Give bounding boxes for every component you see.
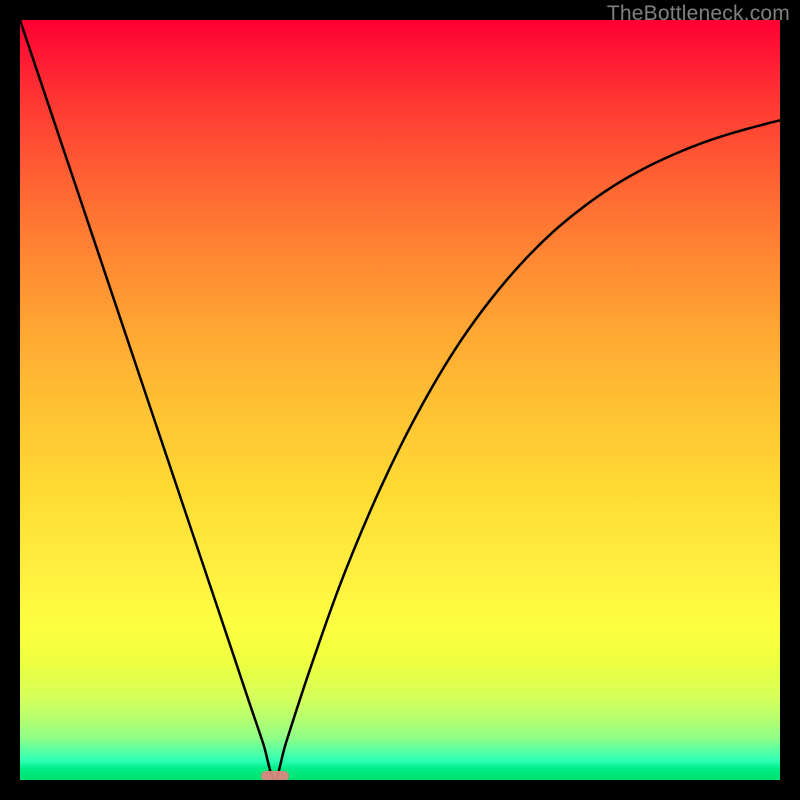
bottleneck-curve bbox=[20, 20, 780, 780]
ssd-marker bbox=[261, 771, 289, 780]
chart-frame: TheBottleneck.com bbox=[0, 0, 800, 800]
plot-area bbox=[20, 20, 780, 780]
watermark-text: TheBottleneck.com bbox=[607, 2, 790, 26]
